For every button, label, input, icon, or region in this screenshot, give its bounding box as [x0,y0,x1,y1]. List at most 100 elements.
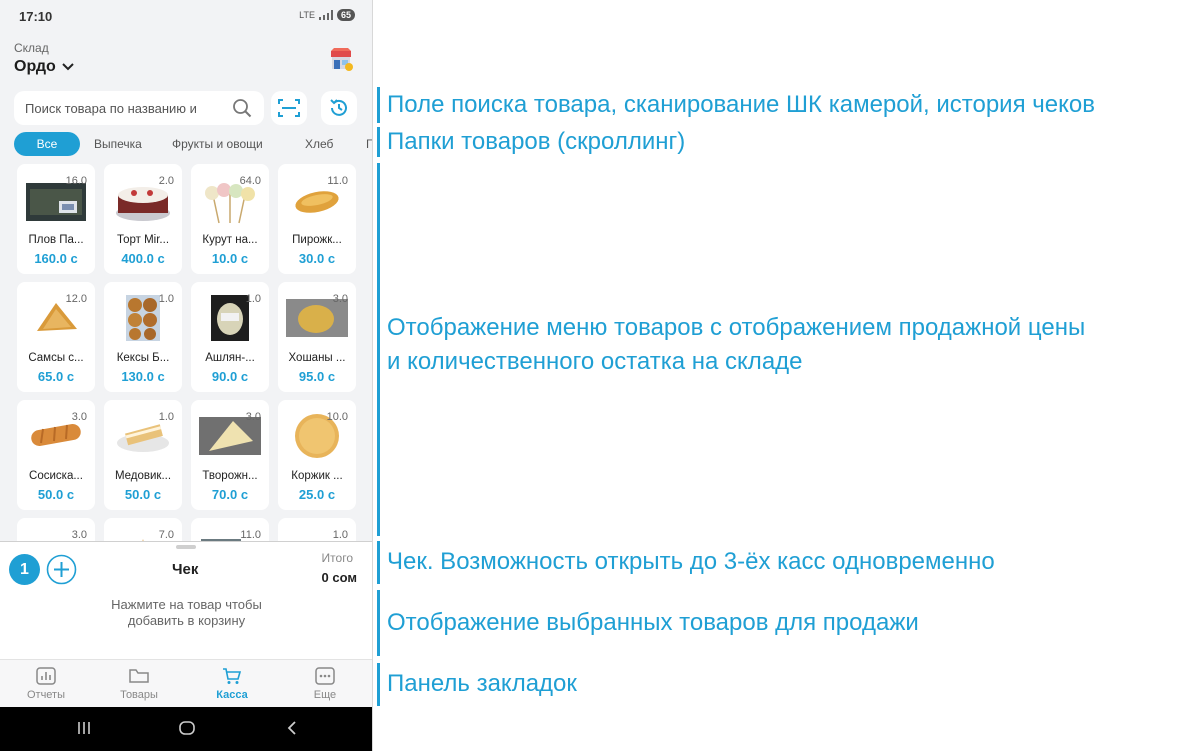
search-input[interactable] [25,91,230,125]
nav-products[interactable]: Товары [93,667,185,701]
bottom-nav: Отчеты Товары Касса Еще [0,659,372,707]
product-price: 10.0 с [211,251,249,266]
status-time: 17:10 [19,9,53,24]
product-qty: 3.0 [71,411,87,423]
product-card[interactable]: 11.0 Пирожк... 30.0 с [278,164,356,274]
product-qty: 1.0 [332,529,348,541]
product-name: Пирожк... [292,234,342,246]
drag-handle[interactable] [176,545,196,549]
product-card[interactable]: 11.0 [191,518,269,541]
empty-cart-hint: Нажмите на товар чтобы добавить в корзин… [0,597,372,629]
product-card[interactable]: 10.0 Коржик ... 25.0 с [278,400,356,510]
product-qty: 1.0 [245,293,261,305]
nav-more[interactable]: Еще [279,667,371,701]
product-qty: 3.0 [71,529,87,541]
product-qty: 3.0 [245,411,261,423]
tab-bread[interactable]: Хлеб [305,132,333,156]
annotation-bar [377,541,380,584]
product-card[interactable]: 1.0 Кексы Б... 130.0 с [104,282,182,392]
signal-icon [318,10,333,20]
annotation-bar [377,663,380,706]
nav-label: Еще [313,689,337,701]
annotation-bar [377,127,380,157]
product-card[interactable]: 16.0 Плов Па... 160.0 с [17,164,95,274]
network-label: LTE [299,10,315,20]
more-icon [315,667,335,685]
product-card[interactable]: 7.0 [104,518,182,541]
product-qty: 11.0 [327,175,348,187]
add-register-icon[interactable] [46,554,77,585]
nav-reports[interactable]: Отчеты [0,667,92,701]
product-grid[interactable]: 16.0 Плов Па... 160.0 с 2.0 Торт Mir... … [17,164,357,541]
product-name: Медовик... [114,470,172,482]
battery-icon: 65 [336,9,355,21]
total-value: 0 сом [321,570,357,585]
store-icon[interactable] [328,47,354,73]
warehouse-name: Ордо [14,58,56,75]
product-card[interactable]: 2.0 Торт Mir... 400.0 с [104,164,182,274]
product-price: 50.0 с [124,487,162,502]
product-card[interactable]: 1.0 Ашлян-... 90.0 с [191,282,269,392]
product-name: Сосиска... [29,470,83,482]
product-price: 130.0 с [121,369,165,384]
annotation-text: Отображение выбранных товаров для продаж… [387,609,919,636]
product-price: 400.0 с [121,251,165,266]
product-price: 160.0 с [34,251,78,266]
product-name: Творожн... [202,470,258,482]
empty-cart-hint-line: Нажмите на товар чтобы [111,597,262,612]
folder-tabs[interactable]: Все Выпечка Фрукты и овощи Хлеб Г [14,132,372,156]
product-name: Ашлян-... [205,352,255,364]
barcode-scan-button[interactable] [271,91,307,125]
product-card[interactable]: 1.0 [278,518,356,541]
product-card[interactable]: 12.0 Самсы с... 65.0 с [17,282,95,392]
product-card[interactable]: 3.0 Хошаны ... 95.0 с [278,282,356,392]
cart-icon [223,668,242,684]
warehouse-selector[interactable]: Ордо [14,58,74,76]
product-name: Торт Mir... [116,234,170,246]
search-box[interactable] [14,91,264,125]
product-name: Хошаны ... [288,352,346,364]
nav-cashier[interactable]: Касса [186,667,278,701]
status-bar: 17:10 LTE 65 [0,0,372,34]
annotation-text: Папки товаров (скроллинг) [387,128,686,155]
barcode-scan-icon [278,99,300,117]
tab-bakery[interactable]: Выпечка [94,132,142,156]
product-name: Самсы с... [28,352,84,364]
annotation-text: Панель закладок [387,670,577,697]
product-card[interactable]: 3.0 Творожн... 70.0 с [191,400,269,510]
register-tab-1[interactable]: 1 [9,554,40,585]
empty-cart-hint-line: добавить в корзину [127,613,246,628]
tab-all[interactable]: Все [14,132,80,156]
product-price: 70.0 с [211,487,249,502]
product-name: Плов Па... [28,234,84,246]
product-card[interactable]: 3.0 Сосиска... 50.0 с [17,400,95,510]
status-icons: LTE 65 [299,9,355,21]
search-icon[interactable] [232,98,252,118]
recent-apps-icon[interactable] [76,719,92,737]
annotation-bar [377,163,380,536]
product-card[interactable]: 1.0 Медовик... 50.0 с [104,400,182,510]
home-icon[interactable] [178,719,196,737]
product-qty: 1.0 [158,293,174,305]
product-qty: 64.0 [239,175,261,187]
nav-label: Товары [120,689,158,701]
tab-next-partial[interactable]: Г [366,132,372,156]
annotation-text: и количественного остатка на складе [387,348,803,375]
receipt-title: Чек [172,561,199,578]
product-price: 90.0 с [211,369,249,384]
product-card[interactable]: 64.0 Курут на... 10.0 с [191,164,269,274]
product-price: 95.0 с [298,369,336,384]
annotation-text: Чек. Возможность открыть до 3-ёх касс од… [387,548,995,575]
phone-screen: 17:10 LTE 65 Склад Ордо Поиск товара по … [0,0,373,751]
warehouse-label: Склад [14,41,49,55]
cart-panel: 1 Чек Итого 0 сом Нажмите на товар чтобы… [0,541,372,659]
chevron-down-icon [62,63,74,71]
product-card[interactable]: 3.0 [17,518,95,541]
tab-fruits-vegetables[interactable]: Фрукты и овощи [172,132,263,156]
product-price: 65.0 с [37,369,75,384]
back-icon[interactable] [286,719,298,737]
annotation-bar [377,87,380,123]
receipt-history-button[interactable] [321,91,357,125]
product-price: 50.0 с [37,487,75,502]
product-name: Кексы Б... [116,352,170,364]
